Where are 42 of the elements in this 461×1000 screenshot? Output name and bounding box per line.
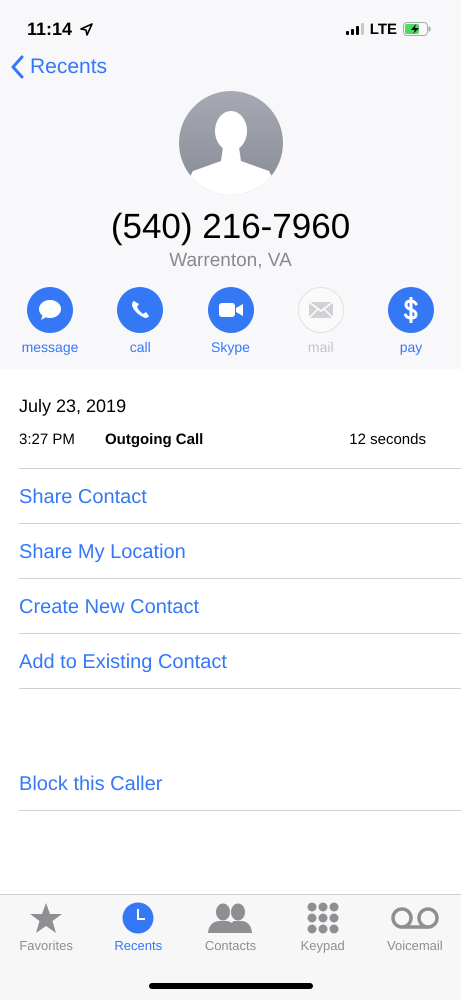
tab-bar-item[interactable]: Recents bbox=[92, 901, 184, 963]
contact-option-link[interactable]: Share My Location bbox=[19, 524, 461, 579]
phone-number: (540) 216-7960 bbox=[110, 207, 350, 247]
phone-button[interactable] bbox=[117, 287, 164, 333]
battery-icon bbox=[403, 22, 431, 36]
envelope-icon bbox=[308, 301, 334, 319]
tab-bar-item[interactable]: Keypad bbox=[276, 901, 369, 963]
contact-location: Warrenton, VA bbox=[169, 250, 292, 272]
location-arrow-icon bbox=[80, 22, 94, 36]
signal-icon bbox=[346, 23, 364, 35]
network-label: LTE bbox=[370, 20, 397, 38]
contact-option-link[interactable]: Add to Existing Contact bbox=[19, 634, 461, 689]
star-icon bbox=[29, 902, 64, 934]
tab-bar-item[interactable]: Contacts bbox=[184, 901, 276, 963]
message-bubble-icon bbox=[38, 299, 62, 321]
tab-bar-item[interactable]: Voicemail bbox=[368, 901, 461, 963]
action-label: Skype bbox=[211, 339, 250, 355]
call-date: July 23, 2019 bbox=[19, 396, 128, 417]
avatar-silhouette-icon bbox=[178, 91, 282, 195]
phone-icon bbox=[129, 299, 152, 321]
call-time: 3:27 PM bbox=[19, 431, 76, 448]
back-button[interactable]: Recents bbox=[10, 55, 108, 79]
call-type: Outgoing Call bbox=[105, 431, 204, 448]
contact-option-link[interactable]: Create New Contact bbox=[19, 579, 461, 634]
status-time: 11:14 bbox=[27, 18, 72, 40]
two-people-icon bbox=[208, 903, 252, 933]
voicemail-icon bbox=[390, 907, 439, 929]
tab-bar-item[interactable]: Favorites bbox=[0, 901, 92, 963]
chevron-left-icon bbox=[10, 55, 24, 79]
keypad-icon bbox=[306, 902, 339, 934]
contact-option-link[interactable]: Share Contact bbox=[19, 469, 461, 524]
video-camera-icon bbox=[218, 301, 244, 319]
call-duration: 12 seconds bbox=[349, 431, 426, 448]
dollar-sign-button[interactable] bbox=[388, 287, 434, 333]
action-label: pay bbox=[400, 339, 422, 355]
message-bubble-button[interactable] bbox=[27, 287, 73, 333]
dollar-sign-icon bbox=[403, 297, 419, 323]
action-label: call bbox=[130, 339, 151, 355]
video-camera-button[interactable] bbox=[208, 287, 254, 333]
block-caller-link[interactable]: Block this Caller bbox=[19, 756, 461, 811]
action-label: message bbox=[22, 339, 78, 355]
clock-icon bbox=[122, 902, 154, 934]
